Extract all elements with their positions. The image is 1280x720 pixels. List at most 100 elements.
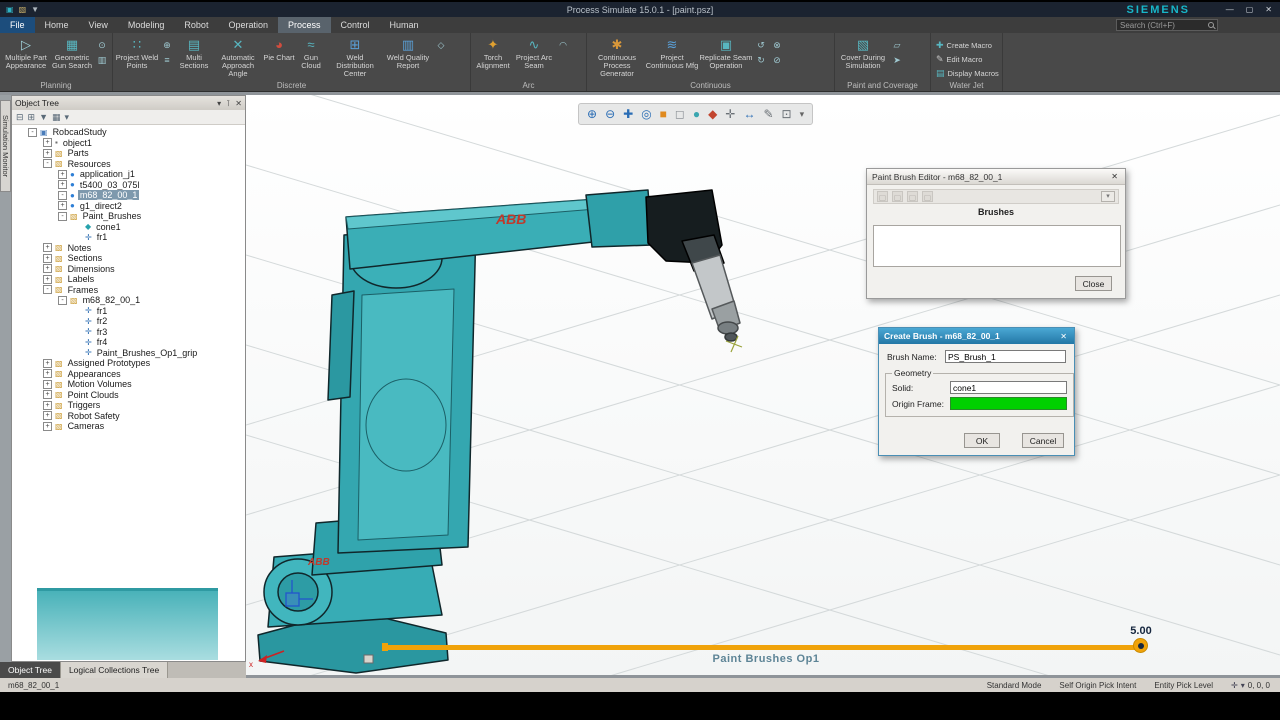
tree-item-assigned-prototypes[interactable]: + ▧ Assigned Prototypes <box>12 358 245 369</box>
tree-item-label[interactable]: Notes <box>66 243 94 253</box>
tree-expander-icon[interactable]: + <box>43 411 52 421</box>
tree-expander-icon[interactable]: + <box>58 169 67 179</box>
tree-item-label[interactable]: Robot Safety <box>66 411 122 421</box>
tree-expander-icon[interactable]: + <box>58 201 67 211</box>
automatic-approach-angle-button[interactable]: ✕ Automatic Approach Angle <box>213 36 263 78</box>
tree-item-cameras[interactable]: + ▧ Cameras <box>12 421 245 432</box>
tree-expander-icon[interactable]: + <box>43 358 52 368</box>
pick-intent-icon[interactable]: ✛ <box>1231 681 1238 690</box>
markup-icon[interactable]: ✎ <box>763 104 773 124</box>
tab-object-tree[interactable]: Object Tree <box>0 662 61 678</box>
tree-expander-icon[interactable]: + <box>43 253 52 263</box>
tree-expander-icon[interactable]: + <box>43 400 52 410</box>
create-macro-button[interactable]: ✚ Create Macro <box>933 39 1002 52</box>
tree-item-label[interactable]: Cameras <box>66 421 107 431</box>
save-icon[interactable]: ▼ <box>31 4 39 15</box>
tree-item-label[interactable]: m68_82_00_1 <box>81 295 143 305</box>
app-icon[interactable]: ▣ <box>6 4 14 15</box>
tree-expander-icon[interactable]: - <box>58 190 67 200</box>
menu-tab-file[interactable]: File <box>0 17 35 33</box>
menu-tab-view[interactable]: View <box>79 17 118 33</box>
tree-item-notes[interactable]: + ▧ Notes <box>12 243 245 254</box>
tree-item-triggers[interactable]: + ▧ Triggers <box>12 400 245 411</box>
measure-icon[interactable]: ↔ <box>743 104 755 124</box>
tree-item-label[interactable]: Point Clouds <box>66 390 121 400</box>
continuous-small-4-icon[interactable]: ⊘ <box>770 54 784 67</box>
geometric-gun-search-button[interactable]: ▦ Geometric Gun Search <box>50 36 94 70</box>
tree-item-robcadstudy[interactable]: - ▣ RobcadStudy <box>12 127 245 138</box>
tree-item-cone1[interactable]: ◆ cone1 <box>12 222 245 233</box>
tree-item-resources[interactable]: - ▧ Resources <box>12 159 245 170</box>
brush-type-dropdown[interactable]: ▾ <box>1101 191 1115 202</box>
viewport-toolbar-more-icon[interactable]: ▾ <box>800 104 805 124</box>
tree-item-label[interactable]: fr3 <box>95 327 110 337</box>
pin-icon[interactable]: ⊺ <box>226 99 230 108</box>
paint-small-1-icon[interactable]: ▱ <box>890 39 904 52</box>
tree-item-label[interactable]: Frames <box>66 285 101 295</box>
continuous-small-1-icon[interactable]: ↺ <box>754 39 768 52</box>
tree-item-frames[interactable]: - ▧ Frames <box>12 285 245 296</box>
create-brush-titlebar[interactable]: Create Brush - m68_82_00_1 ✕ <box>879 328 1074 344</box>
menu-tab-modeling[interactable]: Modeling <box>118 17 175 33</box>
multiple-part-appearance-button[interactable]: ▷ Multiple Part Appearance <box>2 36 50 70</box>
tree-item-label[interactable]: Sections <box>66 253 105 263</box>
tree-item-label[interactable]: fr1 <box>95 306 110 316</box>
weld-point-small-icon[interactable]: ⊕ <box>160 39 174 52</box>
tree-item-label[interactable]: Triggers <box>66 400 103 410</box>
pie-chart-button[interactable]: ◕ Pie Chart <box>263 36 295 62</box>
tree-filter-icon[interactable]: ▼ <box>39 112 48 122</box>
tab-logical-collections-tree[interactable]: Logical Collections Tree <box>60 662 169 678</box>
search-input[interactable]: Search (Ctrl+F) <box>1116 19 1218 31</box>
tree-expander-icon[interactable]: + <box>43 274 52 284</box>
object-tree-panel-header[interactable]: Object Tree ▾ ⊺ ✕ <box>12 96 245 110</box>
tree-expander-icon[interactable]: - <box>58 295 67 305</box>
tree-item-label[interactable]: RobcadStudy <box>51 127 109 137</box>
rotate-view-icon[interactable]: ◎ <box>641 104 651 124</box>
tree-item-label[interactable]: g1_direct2 <box>78 201 124 211</box>
menu-tab-control[interactable]: Control <box>331 17 380 33</box>
tree-item-label[interactable]: Paint_Brushes <box>81 211 144 221</box>
tree-expander-icon[interactable]: + <box>43 369 52 379</box>
continuous-small-2-icon[interactable]: ↻ <box>754 54 768 67</box>
viewer-options-icon[interactable]: ⊡ <box>782 104 792 124</box>
edit-macro-button[interactable]: ✎ Edit Macro <box>933 53 1002 66</box>
dock-options-icon[interactable]: ▾ <box>217 99 221 108</box>
tree-item-label[interactable]: object1 <box>61 138 94 148</box>
tree-item-paint-brushes[interactable]: - ▧ Paint_Brushes <box>12 211 245 222</box>
tree-expander-icon[interactable]: + <box>43 390 52 400</box>
tree-item-point-clouds[interactable]: + ▧ Point Clouds <box>12 390 245 401</box>
ok-button[interactable]: OK <box>964 433 1000 448</box>
tree-item-label[interactable]: Paint_Brushes_Op1_grip <box>95 348 200 358</box>
tree-item-application-j1[interactable]: + ● application_j1 <box>12 169 245 180</box>
tree-expander-icon[interactable]: + <box>43 264 52 274</box>
tree-item-labels[interactable]: + ▧ Labels <box>12 274 245 285</box>
tree-expander-icon[interactable]: - <box>28 127 37 137</box>
tree-item-object1[interactable]: + ▪ object1 <box>12 138 245 149</box>
menu-tab-process[interactable]: Process <box>277 17 331 33</box>
timeline-track[interactable] <box>385 645 1145 650</box>
brushes-list[interactable] <box>873 225 1121 267</box>
tree-item-g1-direct2[interactable]: + ● g1_direct2 <box>12 201 245 212</box>
simulation-monitor-tab[interactable]: Simulation Monitor <box>0 100 11 192</box>
tree-view-options-icon[interactable]: ▦ <box>52 112 61 123</box>
tree-expander-icon[interactable]: - <box>58 211 67 221</box>
expand-all-icon[interactable]: ⊞ <box>28 112 36 123</box>
timeline-thumb[interactable] <box>1133 638 1148 653</box>
paint-brush-editor-titlebar[interactable]: Paint Brush Editor - m68_82_00_1 ✕ <box>867 169 1125 185</box>
tree-item-label[interactable]: Appearances <box>66 369 123 379</box>
minimize-icon[interactable]: — <box>1226 5 1234 14</box>
tree-item-fr3[interactable]: ✛ fr3 <box>12 327 245 338</box>
tree-item-m68-82-00-1[interactable]: - ▧ m68_82_00_1 <box>12 295 245 306</box>
collapse-all-icon[interactable]: ⊟ <box>16 112 24 123</box>
tree-item-label[interactable]: cone1 <box>94 222 123 232</box>
multi-sections-button[interactable]: ▤ Multi Sections <box>175 36 213 70</box>
pick-filter-icon[interactable]: ◆ <box>708 104 717 124</box>
tree-item-m68-82-00-1[interactable]: - ● m68_82_00_1 <box>12 190 245 201</box>
tree-item-label[interactable]: m68_82_00_1 <box>77 190 140 201</box>
tree-item-label[interactable]: t5400_03_075l <box>78 180 142 190</box>
tree-item-parts[interactable]: + ▧ Parts <box>12 148 245 159</box>
pick-dropdown-icon[interactable]: ▾ <box>1241 681 1245 690</box>
brush-name-input[interactable] <box>945 350 1066 363</box>
pan-icon[interactable]: ✚ <box>623 104 633 124</box>
tree-expander-icon[interactable]: + <box>43 148 52 158</box>
